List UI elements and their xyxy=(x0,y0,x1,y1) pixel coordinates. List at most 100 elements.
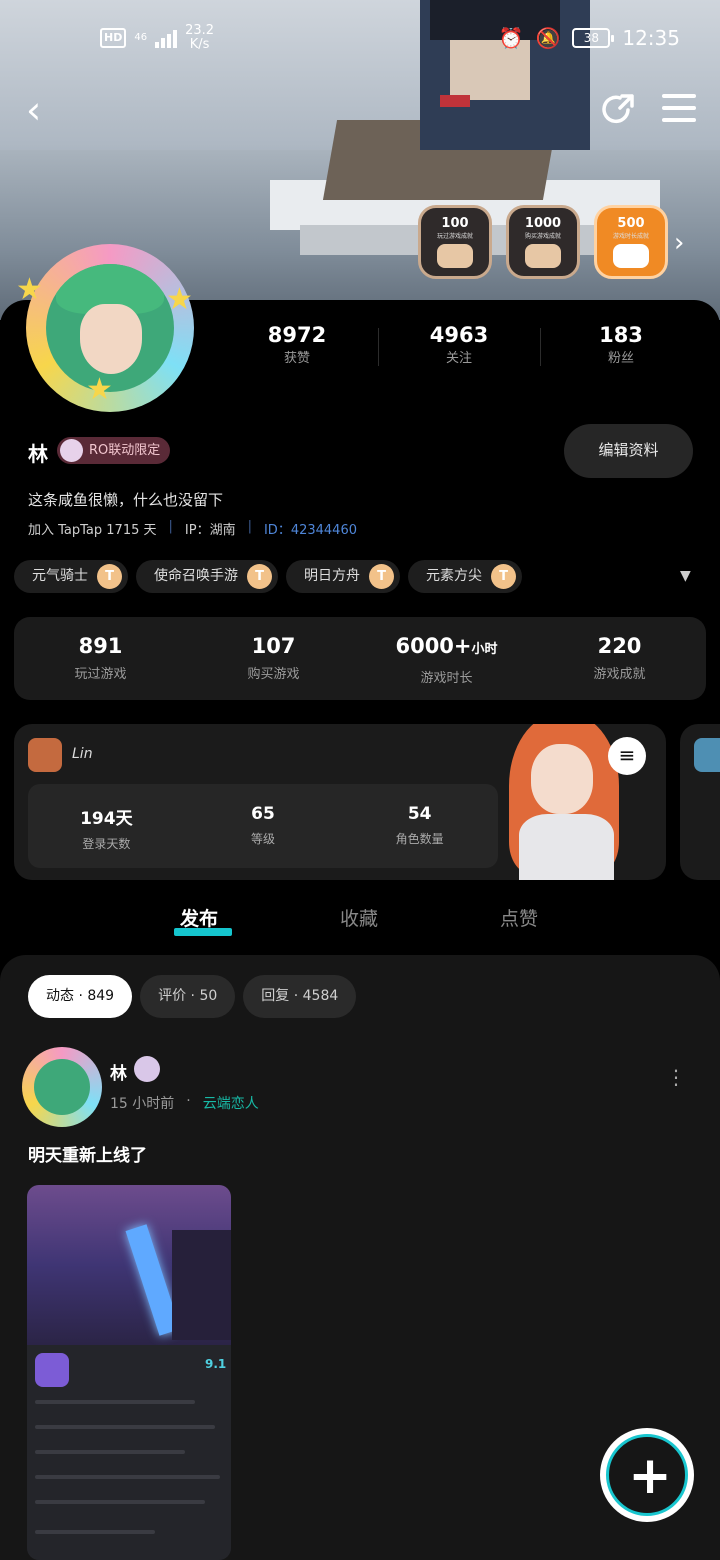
game-record-stats: 194天 登录天数 65 等级 54 角色数量 xyxy=(28,784,498,868)
taptap-coin-icon: T xyxy=(491,564,516,589)
character-face xyxy=(531,744,593,814)
tab-posts[interactable]: 发布 xyxy=(180,904,218,931)
stat-label: 游戏成就 xyxy=(593,667,646,682)
post-author-avatar[interactable] xyxy=(22,1047,102,1127)
share-button[interactable] xyxy=(598,90,638,130)
avatar-skin xyxy=(80,304,142,374)
title-badge-label: RO联动限定 xyxy=(89,443,161,458)
profile-meta: 加入 TapTap 1715 天 | IP：湖南 | ID：42344460 xyxy=(28,519,357,538)
back-button[interactable]: ‹ xyxy=(26,90,62,130)
record-characters: 54 角色数量 xyxy=(341,784,498,868)
post-author-name[interactable]: 林 xyxy=(110,1059,127,1084)
chip-moments[interactable]: 动态 · 849 xyxy=(28,975,133,1018)
badge-subtitle: 玩过游戏成就 xyxy=(436,233,473,240)
achievement-badge-bought[interactable]: 1000 购买游戏成就 xyxy=(506,205,580,279)
hd-indicator: HD xyxy=(100,28,127,48)
chevron-left-icon: ‹ xyxy=(26,88,42,132)
stat-followers[interactable]: 183 粉丝 xyxy=(540,322,702,372)
stat-label: 登录天数 xyxy=(82,837,131,851)
game-icon xyxy=(694,738,720,772)
game-stat-played[interactable]: 891 玩过游戏 xyxy=(14,617,187,700)
menu-button[interactable] xyxy=(662,94,696,124)
stat-value: 891 xyxy=(78,634,123,658)
meta-separator: | xyxy=(168,519,173,534)
game-tag[interactable]: 元气骑士 T xyxy=(14,560,128,593)
stat-label: 粉丝 xyxy=(607,351,634,366)
menu-icon xyxy=(662,94,696,122)
image-text-line xyxy=(35,1450,185,1454)
mute-icon: 🔕 xyxy=(535,26,561,50)
stat-value: 65 xyxy=(251,804,275,824)
game-record-card-next[interactable] xyxy=(680,724,720,880)
user-id[interactable]: ID：42344460 xyxy=(264,519,357,538)
stat-label: 获赞 xyxy=(283,351,310,366)
stat-value: 4963 xyxy=(429,323,489,347)
chip-replies[interactable]: 回复 · 4584 xyxy=(243,975,357,1018)
image-text-line xyxy=(35,1400,195,1404)
record-level: 65 等级 xyxy=(185,784,342,868)
badge-subtitle: 游戏时长成就 xyxy=(612,233,649,240)
joined-days: 加入 TapTap 1715 天 xyxy=(28,523,157,538)
game-tag[interactable]: 使命召唤手游 T xyxy=(136,560,278,593)
stat-value: 6000+ xyxy=(395,634,472,658)
record-login-days: 194天 登录天数 xyxy=(28,784,185,868)
plus-icon: + xyxy=(628,1446,672,1506)
battery-level: 38 xyxy=(583,31,599,45)
social-stats: 8972 获赞 4963 关注 183 粉丝 xyxy=(216,322,702,372)
profile-name: 林 xyxy=(28,442,48,466)
tab-favorites[interactable]: 收藏 xyxy=(340,904,378,931)
game-stat-achievements[interactable]: 220 游戏成就 xyxy=(533,617,706,700)
image-character xyxy=(172,1230,231,1340)
game-record-card[interactable]: Lin 194天 登录天数 65 等级 54 角色数量 ≡ xyxy=(14,724,666,880)
game-tag[interactable]: 元素方尖 T xyxy=(408,560,522,593)
create-post-button[interactable]: + xyxy=(600,1428,694,1522)
stat-likes[interactable]: 8972 获赞 xyxy=(216,322,378,372)
network-speed-value: 23.2 xyxy=(185,23,215,38)
share-icon xyxy=(602,94,634,124)
badge-subtitle: 购买游戏成就 xyxy=(524,233,561,240)
badge-number: 500 xyxy=(617,216,645,231)
avatar[interactable]: ★ ★ ★ xyxy=(16,232,202,418)
chip-count: 4584 xyxy=(302,988,339,1004)
filter-icon: ≡ xyxy=(618,743,636,767)
ip-location: IP：湖南 xyxy=(184,523,236,538)
post-more-button[interactable]: ⋮ xyxy=(666,1067,686,1093)
network-speed-unit: K/s xyxy=(189,37,210,52)
filter-button[interactable]: ≡ xyxy=(608,737,646,775)
tab-likes[interactable]: 点赞 xyxy=(500,904,538,931)
title-badge-icon xyxy=(60,439,83,462)
achievement-badge-played[interactable]: 100 玩过游戏成就 xyxy=(418,205,492,279)
badges-more-button[interactable]: › xyxy=(674,228,684,258)
fab-inner: + xyxy=(606,1434,688,1516)
stat-value: 194天 xyxy=(80,809,133,829)
chip-label: 评价 xyxy=(158,988,187,1004)
chip-label: 回复 xyxy=(261,988,290,1004)
post-game-link[interactable]: 云端恋人 xyxy=(203,1093,259,1113)
game-tag-label: 元气骑士 xyxy=(32,568,88,584)
game-tag[interactable]: 明日方舟 T xyxy=(286,560,400,593)
chip-count: 849 xyxy=(87,988,115,1004)
achievement-badges: 100 玩过游戏成就 1000 购买游戏成就 500 游戏时长成就 xyxy=(418,205,668,279)
game-stat-hours[interactable]: 6000+小时 游戏时长 xyxy=(360,617,533,700)
stat-label: 购买游戏 xyxy=(247,667,300,682)
stat-label: 角色数量 xyxy=(395,832,444,846)
meta-separator: | xyxy=(247,519,252,534)
tags-expand-button[interactable]: ▼ xyxy=(680,568,691,584)
stat-following[interactable]: 4963 关注 xyxy=(378,322,540,372)
character-dress xyxy=(519,814,614,880)
stat-label: 游戏时长 xyxy=(420,671,473,686)
stat-label: 等级 xyxy=(251,832,276,846)
content-tabs: 发布 收藏 点赞 xyxy=(0,896,720,944)
post-meta: 15 小时前 · 云端恋人 xyxy=(110,1093,259,1113)
post-image[interactable]: 9.1 xyxy=(27,1185,231,1560)
game-stats: 891 玩过游戏 107 购买游戏 6000+小时 游戏时长 220 游戏成就 xyxy=(14,617,706,700)
edit-profile-button[interactable]: 编辑资料 xyxy=(564,424,693,478)
chip-reviews[interactable]: 评价 · 50 xyxy=(140,975,236,1018)
post-author-image xyxy=(34,1059,90,1115)
image-score: 9.1 xyxy=(205,1357,227,1371)
banner-character-scarf xyxy=(440,95,470,107)
game-tag-label: 明日方舟 xyxy=(304,568,360,584)
game-stat-bought[interactable]: 107 购买游戏 xyxy=(187,617,360,700)
title-badge[interactable]: RO联动限定 xyxy=(57,437,171,464)
achievement-badge-hours[interactable]: 500 游戏时长成就 xyxy=(594,205,668,279)
